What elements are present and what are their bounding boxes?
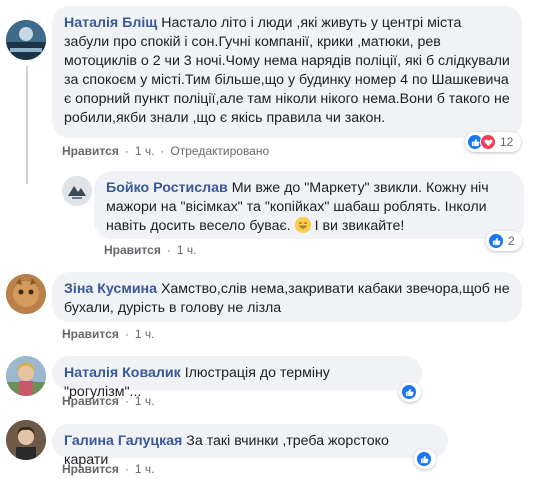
timestamp[interactable]: 1 ч. [135, 462, 155, 476]
reactions-summary[interactable]: 12 [465, 132, 521, 152]
comment-bubble: Зіна Кусмина Хамство,слів нема,закривати… [52, 272, 522, 322]
timestamp[interactable]: 1 ч. [135, 394, 155, 408]
author-name[interactable]: Галина Галуцкая [64, 433, 182, 449]
like-reaction-icon [401, 384, 417, 400]
comment-bubble: Наталія Ковалик Ілюстрація до терміну "р… [52, 356, 422, 400]
comment-actions: Нравится · 1 ч. [62, 327, 155, 341]
avatar[interactable] [6, 420, 46, 460]
timestamp[interactable]: 1 ч. [177, 243, 197, 257]
author-name[interactable]: Наталія Бліщ [64, 15, 157, 31]
comment-actions: Нравится · 1 ч. [62, 394, 155, 408]
author-name[interactable]: Наталія Ковалик [64, 365, 181, 381]
reply-thread-line [26, 66, 28, 184]
reactions-summary[interactable] [399, 382, 421, 402]
comment-bubble: Наталія Бліщ Настало літо і люди ,які жи… [52, 6, 522, 138]
author-name[interactable]: Бойко Ростислав [106, 180, 228, 196]
comment-bubble: Галина Галуцкая За такі вчинки ,треба жо… [52, 424, 448, 468]
like-button[interactable]: Нравится [62, 144, 119, 158]
timestamp[interactable]: 1 ч. [135, 144, 155, 158]
comment-text-end: І ви звикайте! [314, 218, 405, 234]
like-reaction-icon [488, 233, 504, 249]
author-name[interactable]: Зіна Кусмина [64, 281, 157, 297]
grinning-face-emoji-icon [294, 217, 311, 233]
avatar[interactable] [6, 274, 46, 314]
edited-label[interactable]: Отредактировано [170, 144, 269, 158]
comment-text: Настало літо і люди ,які живуть у центрі… [64, 15, 510, 126]
like-button[interactable]: Нравится [62, 462, 119, 476]
reaction-count: 12 [500, 135, 514, 149]
like-reaction-icon [416, 451, 432, 467]
like-button[interactable]: Нравится [104, 243, 161, 257]
love-reaction-icon [480, 134, 496, 150]
reactions-summary[interactable]: 2 [486, 231, 522, 251]
like-button[interactable]: Нравится [62, 394, 119, 408]
reaction-count: 2 [508, 234, 515, 248]
avatar[interactable] [6, 356, 46, 396]
comment-actions: Нравится · 1 ч. [104, 243, 197, 257]
comment-bubble: Бойко Ростислав Ми вже до "Маркету" звик… [94, 171, 524, 239]
timestamp[interactable]: 1 ч. [135, 327, 155, 341]
comment-actions: Нравится · 1 ч. [62, 462, 155, 476]
like-button[interactable]: Нравится [62, 327, 119, 341]
avatar[interactable] [6, 20, 46, 60]
comment-actions: Нравится · 1 ч. · Отредактировано [62, 144, 270, 158]
reactions-summary[interactable] [414, 449, 436, 469]
avatar[interactable] [62, 176, 92, 206]
